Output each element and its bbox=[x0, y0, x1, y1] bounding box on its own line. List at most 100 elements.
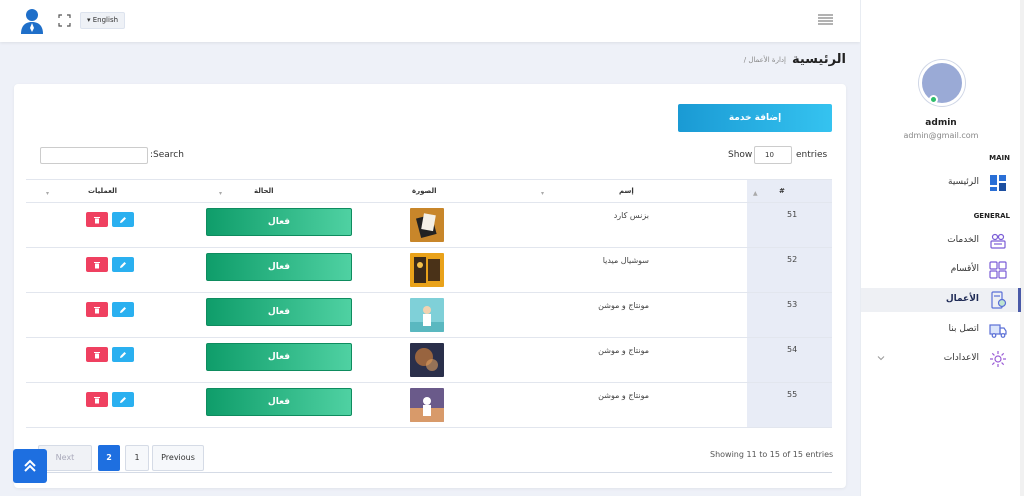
sidebar-item-works[interactable]: الأعمال bbox=[861, 288, 1021, 312]
delete-button[interactable] bbox=[86, 347, 108, 362]
sort-icon: ▲ bbox=[753, 190, 758, 197]
sidebar-item-label: اتصل بنا bbox=[948, 324, 979, 334]
double-chevron-up-icon bbox=[24, 459, 36, 472]
table-row: 55 مونتاج و موشن فعال bbox=[26, 383, 832, 428]
grid-icon bbox=[989, 261, 1007, 279]
sidebar-item-label: الاعدادات bbox=[943, 353, 979, 363]
pencil-icon bbox=[120, 397, 126, 403]
work-thumbnail[interactable] bbox=[410, 208, 444, 242]
work-thumbnail[interactable] bbox=[410, 253, 444, 287]
add-service-button[interactable]: إضافة خدمة bbox=[678, 104, 832, 132]
divider bbox=[26, 472, 832, 473]
language-label: English bbox=[92, 16, 119, 24]
pencil-icon bbox=[120, 217, 126, 223]
row-name: مونتاج و موشن bbox=[598, 301, 649, 310]
delete-button[interactable] bbox=[86, 392, 108, 407]
pagination-page-2[interactable]: 2 bbox=[98, 445, 120, 471]
content-card: إضافة خدمة :Search Show 10 entries # ▲ إ… bbox=[14, 84, 846, 488]
actions-column-header[interactable]: العمليات bbox=[26, 180, 196, 202]
status-toggle-button[interactable]: فعال bbox=[206, 343, 352, 371]
sidebar-item-contact[interactable]: اتصل بنا bbox=[861, 318, 1021, 342]
trash-icon bbox=[94, 262, 100, 269]
table-info: Showing 11 to 15 of 15 entries bbox=[710, 450, 834, 459]
work-thumbnail[interactable] bbox=[410, 343, 444, 377]
delete-button[interactable] bbox=[86, 212, 108, 227]
row-number: 53 bbox=[787, 300, 798, 309]
row-number-cell: 51 bbox=[747, 203, 832, 247]
pagination-page-1[interactable]: 1 bbox=[125, 445, 149, 471]
sidebar: admin admin@gmail.com MAIN الرئيسية GENE… bbox=[860, 0, 1024, 496]
table-row: 53 مونتاج و موشن فعال bbox=[26, 293, 832, 338]
section-general-label: GENERAL bbox=[973, 212, 1010, 220]
trash-icon bbox=[94, 397, 100, 404]
sidebar-item-label: الخدمات bbox=[947, 235, 979, 245]
image-column-header[interactable]: الصورة ▾ bbox=[219, 180, 557, 202]
sidebar-item-label: الأقسام bbox=[950, 264, 979, 274]
work-thumbnail[interactable] bbox=[410, 388, 444, 422]
status-toggle-button[interactable]: فعال bbox=[206, 253, 352, 281]
active-indicator bbox=[1018, 288, 1021, 312]
edit-button[interactable] bbox=[112, 347, 134, 362]
table-header-row: # ▲ إسم ▾ الصورة ▾ الحالة ▾ العمليات bbox=[26, 179, 832, 203]
profile-avatar[interactable] bbox=[919, 60, 965, 106]
trash-icon bbox=[94, 217, 100, 224]
edit-button[interactable] bbox=[112, 302, 134, 317]
status-toggle-button[interactable]: فعال bbox=[206, 298, 352, 326]
sidebar-item-services[interactable]: الخدمات bbox=[861, 229, 1021, 253]
row-name: مونتاج و موشن bbox=[598, 346, 649, 355]
column-header-label: العمليات bbox=[88, 187, 118, 195]
works-icon bbox=[991, 291, 1007, 309]
row-number-cell: 52 bbox=[747, 248, 832, 292]
search-label: :Search bbox=[150, 150, 184, 160]
row-number: 52 bbox=[787, 255, 798, 264]
column-header-label: إسم bbox=[619, 187, 634, 195]
fullscreen-icon[interactable] bbox=[58, 14, 71, 27]
column-header-label: الحالة bbox=[254, 187, 274, 195]
user-avatar-icon[interactable] bbox=[20, 8, 44, 34]
table-row: 51 بزنس كارد فعال bbox=[26, 203, 832, 248]
show-label: Show bbox=[728, 150, 753, 160]
page-title[interactable]: الرئيسية bbox=[792, 52, 846, 67]
entries-per-page-select[interactable]: 10 bbox=[754, 146, 792, 164]
row-number-cell: 54 bbox=[747, 338, 832, 382]
scroll-to-top-button[interactable] bbox=[13, 449, 47, 483]
sidebar-item-settings[interactable]: الاعدادات bbox=[861, 347, 1021, 371]
row-number-cell: 53 bbox=[747, 293, 832, 337]
work-thumbnail[interactable] bbox=[410, 298, 444, 332]
menu-icon[interactable] bbox=[818, 14, 833, 26]
delete-button[interactable] bbox=[86, 257, 108, 272]
edit-button[interactable] bbox=[112, 257, 134, 272]
section-main-label: MAIN bbox=[989, 154, 1010, 162]
language-dropdown[interactable]: ▾ English bbox=[80, 12, 126, 29]
name-column-header[interactable]: إسم ▾ bbox=[541, 180, 747, 202]
gear-icon bbox=[990, 351, 1006, 367]
pencil-icon bbox=[120, 262, 126, 268]
top-bar: ▾ English bbox=[0, 0, 860, 42]
entries-label: entries bbox=[796, 150, 828, 160]
pencil-icon bbox=[120, 307, 126, 313]
profile-name: admin bbox=[925, 118, 957, 128]
edit-button[interactable] bbox=[112, 212, 134, 227]
pagination-previous[interactable]: Previous bbox=[152, 445, 204, 471]
edit-button[interactable] bbox=[112, 392, 134, 407]
status-toggle-button[interactable]: فعال bbox=[206, 208, 352, 236]
status-toggle-button[interactable]: فعال bbox=[206, 388, 352, 416]
column-header-label: # bbox=[779, 187, 785, 195]
profile-email: admin@gmail.com bbox=[903, 131, 979, 140]
row-name: مونتاج و موشن bbox=[598, 391, 649, 400]
sidebar-item-home[interactable]: الرئيسية bbox=[861, 171, 1021, 195]
truck-icon bbox=[989, 324, 1007, 338]
row-name: سوشيال ميديا bbox=[602, 256, 649, 265]
sidebar-item-sections[interactable]: الأقسام bbox=[861, 258, 1021, 282]
delete-button[interactable] bbox=[86, 302, 108, 317]
breadcrumb: / إدارة الأعمال bbox=[743, 56, 786, 64]
status-column-header[interactable]: الحالة ▾ bbox=[46, 180, 376, 202]
table-row: 52 سوشيال ميديا فعال bbox=[26, 248, 832, 293]
search-input[interactable] bbox=[40, 147, 148, 164]
row-number: 54 bbox=[787, 345, 798, 354]
row-number: 55 bbox=[787, 390, 798, 399]
table-row: 54 مونتاج و موشن فعال bbox=[26, 338, 832, 383]
hash-column-header[interactable]: # ▲ bbox=[747, 180, 832, 202]
online-status-dot bbox=[929, 95, 938, 104]
sidebar-item-label: الأعمال bbox=[945, 294, 979, 304]
